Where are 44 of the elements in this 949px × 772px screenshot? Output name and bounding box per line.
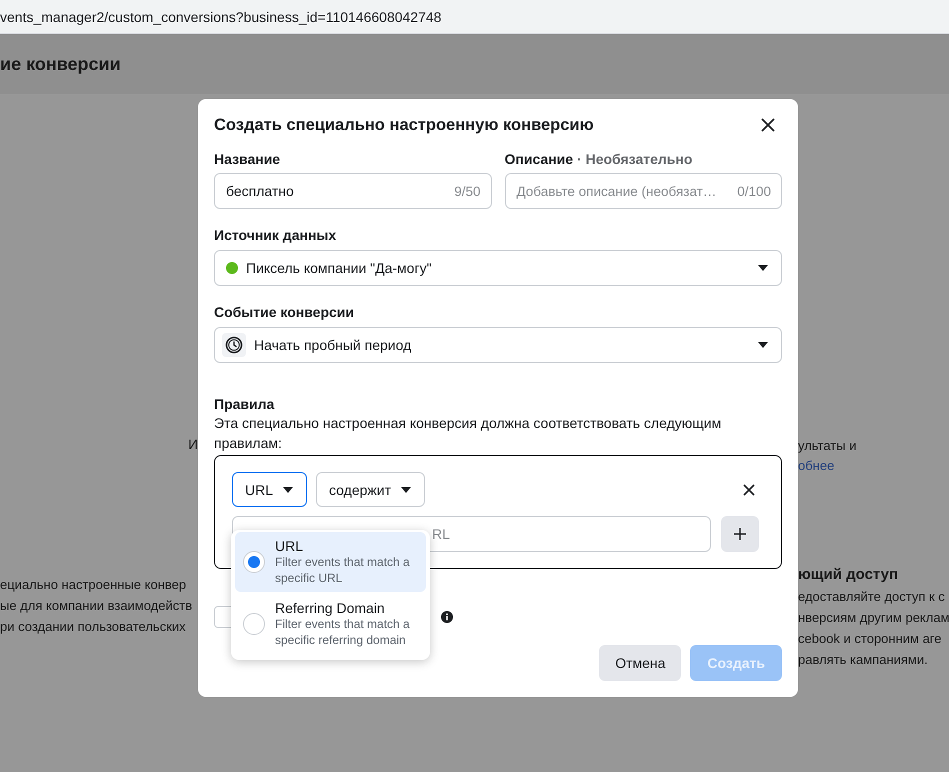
- caret-icon: [757, 264, 769, 272]
- text-line: ые для компании взаимодейств: [0, 597, 192, 615]
- dialog-title: Создать специально настроенную конверсию: [214, 116, 594, 134]
- cancel-button[interactable]: Отмена: [599, 645, 682, 681]
- status-dot-icon: [226, 262, 238, 274]
- caret-icon: [400, 486, 412, 494]
- text-line: нверсиям другим реклам: [798, 609, 949, 627]
- text-line: равлять кампаниями.: [798, 651, 928, 669]
- text-line: едоставляйте доступ к с: [798, 588, 945, 606]
- caret-icon: [282, 486, 294, 494]
- info-icon: [441, 611, 453, 623]
- optional-hint: · Необязательно: [577, 151, 692, 167]
- radio-button[interactable]: [243, 551, 265, 573]
- menu-option[interactable]: URL Filter events that match a specific URL: [235, 532, 426, 592]
- text-line: ециально настроенные конвер: [0, 576, 188, 594]
- field-label: Событие конверсии: [214, 303, 355, 322]
- text-line: ультаты и: [798, 437, 856, 455]
- clock-icon: [222, 333, 246, 357]
- radio-button[interactable]: [243, 613, 265, 635]
- field-label: Источник данных: [214, 226, 338, 245]
- section-heading: ющий доступ: [798, 565, 898, 585]
- section-title: Правила: [214, 396, 276, 412]
- plus-icon: [734, 528, 746, 540]
- option-description: Filter events that match a specific URL: [275, 554, 411, 586]
- close-icon: [761, 118, 775, 132]
- close-icon: [743, 484, 755, 496]
- text-field[interactable]: бесплатно 9/50: [214, 173, 492, 209]
- rules-description: Эта специально настроенная конверсия должна соответствовать следующим правилам:: [214, 414, 722, 453]
- field-label: Название: [214, 151, 280, 167]
- option-description: Filter events that match a specific referring domain: [275, 616, 411, 648]
- select-field[interactable]: Начать пробный период: [214, 327, 782, 363]
- add-button[interactable]: [721, 516, 759, 552]
- text-line: ри создании пользовательских: [0, 618, 187, 636]
- character-counter: 9/50: [454, 184, 480, 198]
- dropdown-button[interactable]: содержит: [316, 472, 425, 507]
- menu-option[interactable]: Referring Domain Filter events that match a specific referring domain: [235, 594, 426, 654]
- select-field[interactable]: Пиксель компании "Да-могу": [214, 250, 782, 286]
- character-counter: 0/100: [737, 184, 771, 198]
- page-title: ие конверсии: [0, 54, 121, 74]
- dropdown-button[interactable]: URL: [232, 472, 308, 507]
- text-line: cebook и сторонним аге: [798, 630, 942, 648]
- text-fragment: И: [188, 437, 198, 452]
- caret-icon: [757, 341, 769, 349]
- field-label: Описание: [504, 151, 574, 167]
